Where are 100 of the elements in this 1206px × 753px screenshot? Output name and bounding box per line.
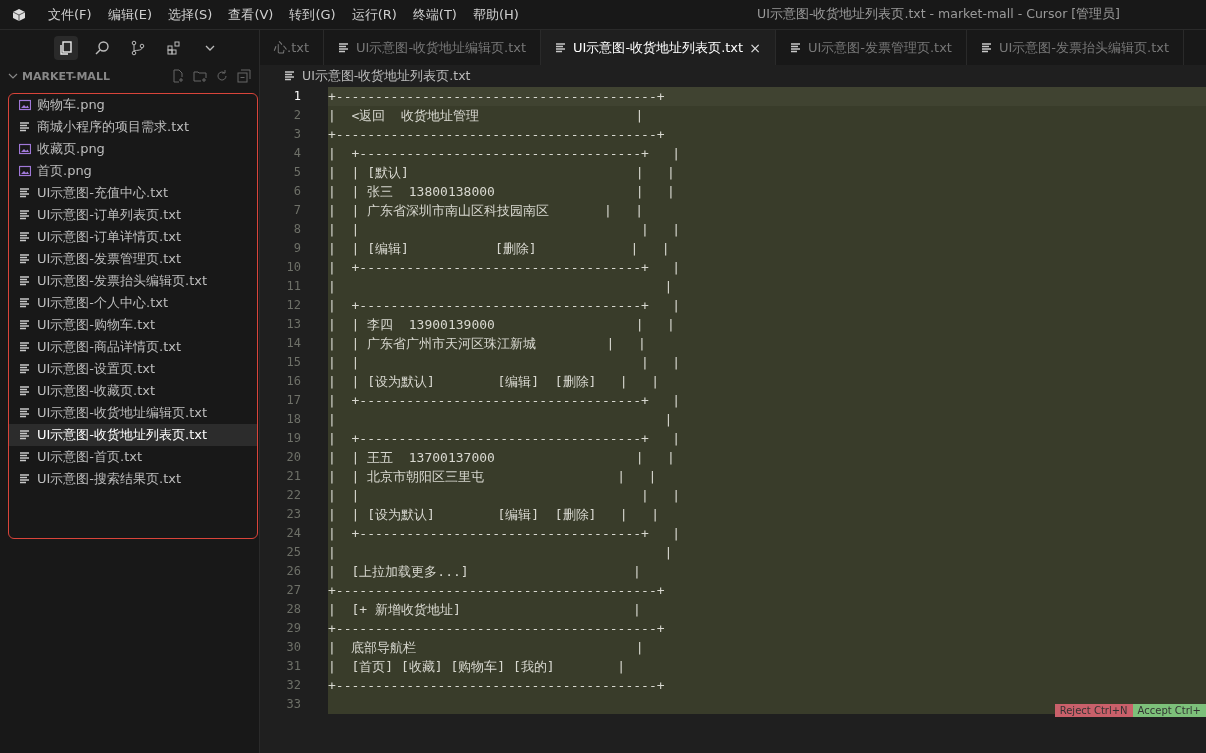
text-file-icon [19, 319, 31, 331]
text-file-icon [19, 429, 31, 441]
explorer-title: MARKET-MALL [22, 69, 110, 83]
code-line: | | [设为默认] [编辑] [删除] | | [328, 507, 659, 522]
code-line: | | 王五 13700137000 | | [328, 450, 675, 465]
code-line: | | 广东省深圳市南山区科技园南区 | | [328, 203, 644, 218]
text-file-icon [19, 451, 31, 463]
menu-item[interactable]: 选择(S) [160, 5, 221, 24]
text-file-icon [19, 231, 31, 243]
code-line: | +------------------------------------+ | [328, 431, 681, 446]
window-title: UI示意图-收货地址列表页.txt - market-mall - Cursor [管理员] [757, 6, 1120, 23]
refresh-icon[interactable] [215, 69, 229, 83]
accept-button[interactable]: Accept Ctrl+ [1132, 704, 1206, 717]
file-item[interactable]: 收藏页.png [9, 138, 257, 160]
code-line: | | | | [328, 355, 681, 370]
line-number: 20 [285, 449, 302, 466]
file-item[interactable]: UI示意图-发票抬头编辑页.txt [9, 270, 257, 292]
line-number: 30 [285, 639, 302, 656]
line-number: 18 [285, 411, 302, 428]
file-item[interactable]: 首页.png [9, 160, 257, 182]
line-number: 25 [285, 544, 302, 561]
line-number: 7 [292, 202, 302, 219]
line-number: 22 [285, 487, 302, 504]
file-item[interactable]: 购物车.png [9, 94, 257, 116]
file-item[interactable]: UI示意图-订单详情页.txt [9, 226, 257, 248]
line-number: 23 [285, 506, 302, 523]
code-line: | | [328, 279, 673, 294]
image-file-icon [19, 143, 31, 155]
code-line: | | 张三 13800138000 | | [328, 184, 675, 199]
text-file-icon [19, 473, 31, 485]
explorer-icon[interactable] [54, 35, 78, 60]
menu-item[interactable]: 编辑(E) [99, 5, 160, 24]
file-item[interactable]: UI示意图-设置页.txt [9, 358, 257, 380]
code-line: +-----------------------------------------+ [328, 583, 665, 598]
text-file-icon [19, 363, 31, 375]
code-line: | | [设为默认] [编辑] [删除] | | [328, 374, 659, 389]
file-item[interactable]: UI示意图-首页.txt [9, 446, 257, 468]
image-file-icon [19, 165, 31, 177]
menu-item[interactable]: 帮助(H) [464, 5, 527, 24]
text-file-icon [19, 275, 31, 287]
file-item[interactable]: UI示意图-购物车.txt [9, 314, 257, 336]
line-number: 31 [285, 658, 302, 675]
code-line: | | [默认] | | [328, 165, 675, 180]
file-item[interactable]: UI示意图-收藏页.txt [9, 380, 257, 402]
editor-tab[interactable]: UI示意图-收货地址列表页.txt × [541, 30, 776, 65]
menu-item[interactable]: 查看(V) [220, 5, 282, 24]
line-number: 27 [285, 582, 302, 599]
close-icon[interactable]: × [749, 39, 761, 56]
code-line: | | 北京市朝阳区三里屯 | | [328, 469, 657, 484]
line-number: 4 [292, 145, 302, 162]
line-number: 1 [292, 88, 302, 105]
line-number: 9 [292, 240, 302, 257]
line-number: 17 [285, 392, 302, 409]
code-line: | 底部导航栏 | [328, 640, 644, 655]
code-line: | | | | [328, 488, 681, 503]
app-logo-icon [12, 7, 26, 22]
code-line: | | 李四 13900139000 | | [328, 317, 675, 332]
line-number: 3 [292, 126, 302, 143]
file-item[interactable]: UI示意图-搜索结果页.txt [9, 468, 257, 490]
code-line: | +------------------------------------+ | [328, 526, 681, 541]
line-number: 32 [285, 677, 302, 694]
file-item[interactable]: UI示意图-发票管理页.txt [9, 248, 257, 270]
code-line: | | | | [328, 222, 681, 237]
file-item[interactable]: UI示意图-个人中心.txt [9, 292, 257, 314]
file-item[interactable]: UI示意图-收货地址编辑页.txt [9, 402, 257, 424]
text-file-icon [19, 121, 31, 133]
code-line: | | [328, 412, 673, 427]
line-number: 2 [292, 107, 302, 124]
text-file-icon [284, 70, 296, 82]
text-file-icon [19, 297, 31, 309]
file-item[interactable]: UI示意图-订单列表页.txt [9, 204, 257, 226]
line-number: 28 [285, 601, 302, 618]
line-number: 12 [285, 297, 302, 314]
file-item[interactable]: UI示意图-收货地址列表页.txt [9, 424, 257, 446]
line-number: 5 [292, 164, 302, 181]
code-line: | | [编辑] [删除] | | [328, 241, 670, 256]
menu-item[interactable]: 文件(F) [40, 5, 100, 24]
code-line: | +------------------------------------+ | [328, 260, 681, 275]
line-number: 33 [285, 696, 302, 713]
file-item[interactable]: 商城小程序的项目需求.txt [9, 116, 257, 138]
file-item[interactable]: UI示意图-商品详情页.txt [9, 336, 257, 358]
chevron-down-icon[interactable] [8, 71, 18, 81]
line-number: 26 [285, 563, 302, 580]
line-number: 15 [285, 354, 302, 371]
line-number: 14 [285, 335, 302, 352]
code-line: | | 广东省广州市天河区珠江新城 | | [328, 336, 646, 351]
code-line: | +------------------------------------+ | [328, 393, 681, 408]
file-item[interactable]: UI示意图-充值中心.txt [9, 182, 257, 204]
line-number: 6 [292, 183, 302, 200]
line-number: 29 [285, 620, 302, 637]
code-line: | [上拉加载更多...] | [328, 564, 641, 579]
line-number: 8 [292, 221, 302, 238]
text-file-icon [19, 407, 31, 419]
breadcrumb[interactable]: UI示意图-收货地址列表页.txt [260, 65, 1206, 87]
menu-item[interactable]: 运行(R) [343, 5, 405, 24]
menu-item[interactable]: 终端(T) [404, 5, 465, 24]
code-line: +-----------------------------------------+ [328, 89, 665, 104]
line-number: 24 [285, 525, 302, 542]
menu-item[interactable]: 转到(G) [281, 5, 344, 24]
code-line: | | [328, 545, 673, 560]
